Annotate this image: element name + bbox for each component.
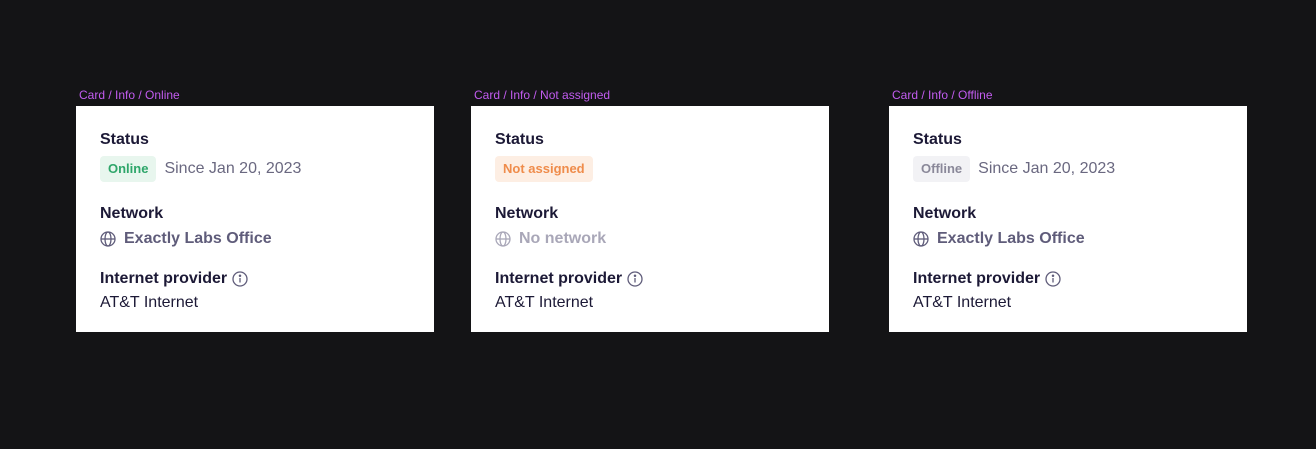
status-since-text: Since Jan 20, 2023 [164,160,302,177]
status-row: Offline Since Jan 20, 2023 [913,155,1223,183]
frame-label-online: Card / Info / Online [79,88,180,102]
network-name: Exactly Labs Office [124,230,272,247]
info-card-not-assigned: Status Not assigned Network No network I… [471,106,829,332]
network-name: No network [519,230,607,247]
info-card-online: Status Online Since Jan 20, 2023 Network… [76,106,434,332]
provider-heading: Internet provider [100,269,410,289]
network-heading: Network [100,205,164,222]
provider-heading-label: Internet provider [100,270,228,287]
provider-heading: Internet provider [913,269,1223,289]
status-row: Not assigned [495,155,805,183]
provider-value: AT&T Internet [100,294,199,311]
provider-value: AT&T Internet [913,294,1012,311]
network-heading: Network [495,205,559,222]
frame-label-not-assigned: Card / Info / Not assigned [474,88,611,102]
globe-icon [100,231,116,247]
network-row: No network [495,229,805,249]
status-since-text: Since Jan 20, 2023 [978,160,1116,177]
info-card-offline: Status Offline Since Jan 20, 2023 Networ… [889,106,1247,332]
network-name: Exactly Labs Office [937,230,1085,247]
status-badge: Offline [913,156,971,182]
provider-heading: Internet provider [495,269,805,289]
network-row: Exactly Labs Office [100,229,410,249]
globe-icon [913,231,929,247]
info-icon[interactable] [627,271,643,287]
frame-label-offline: Card / Info / Offline [892,88,993,102]
provider-heading-label: Internet provider [913,270,1041,287]
provider-heading-label: Internet provider [495,270,623,287]
status-row: Online Since Jan 20, 2023 [100,155,410,183]
status-badge: Not assigned [495,156,593,182]
network-row: Exactly Labs Office [913,229,1223,249]
provider-value: AT&T Internet [495,294,594,311]
network-heading: Network [913,205,977,222]
info-icon[interactable] [232,271,248,287]
info-icon[interactable] [1045,271,1061,287]
status-badge: Online [100,156,157,182]
status-heading: Status [913,131,962,148]
status-heading: Status [495,131,544,148]
status-heading: Status [100,131,149,148]
globe-icon [495,231,511,247]
